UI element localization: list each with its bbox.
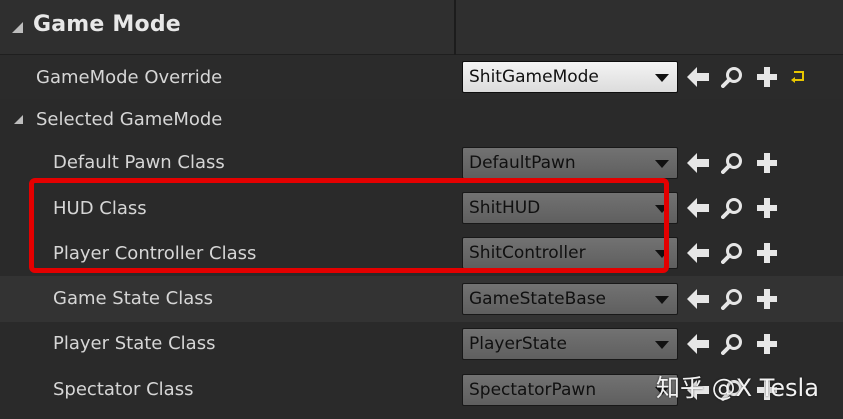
magnifier-icon[interactable] [721,197,743,219]
player-controller-class-combo[interactable]: ShitController [462,237,678,269]
collapse-arrow-icon[interactable] [14,115,23,124]
category-header-game-mode[interactable]: Game Mode [0,0,843,55]
property-row-gamemode-override: GameMode Override ShitGameMode [0,55,843,100]
spectator-class-combo[interactable]: SpectatorPawn [462,374,678,406]
property-row-player-controller-class: Player Controller Class ShitController [0,231,843,277]
arrow-left-icon[interactable] [686,152,710,174]
gamemode-override-combo[interactable]: ShitGameMode [462,61,678,93]
combo-value: PlayerState [469,334,567,354]
reset-to-default-icon[interactable] [791,69,807,83]
property-label: Player State Class [53,333,216,354]
category-title: Game Mode [33,12,181,37]
property-label: Player Controller Class [53,243,257,264]
property-row-hud-class: HUD Class ShitHUD [0,186,843,232]
combo-value: SpectatorPawn [469,380,597,400]
arrow-left-icon[interactable] [686,197,710,219]
magnifier-icon[interactable] [721,66,743,88]
combo-value: DefaultPawn [469,153,576,173]
arrow-left-icon[interactable] [686,288,710,310]
collapse-arrow-icon[interactable] [12,22,23,33]
plus-icon[interactable] [756,197,778,219]
combo-value: GameStateBase [469,289,607,309]
property-label: GameMode Override [36,67,223,88]
property-label: Spectator Class [53,379,194,400]
details-panel: Game Mode GameMode Override ShitGameMode… [0,0,843,419]
property-label: HUD Class [53,198,147,219]
property-row-game-state-class: Game State Class GameStateBase [0,276,843,323]
magnifier-icon[interactable] [721,333,743,355]
property-label: Default Pawn Class [53,152,225,173]
default-pawn-class-combo[interactable]: DefaultPawn [462,147,678,179]
combo-value: ShitController [469,243,586,263]
plus-icon[interactable] [756,333,778,355]
chevron-down-icon [655,250,669,258]
hud-class-combo[interactable]: ShitHUD [462,192,678,224]
chevron-down-icon [655,160,669,168]
chevron-down-icon [655,74,669,82]
property-label: Game State Class [53,288,214,309]
plus-icon[interactable] [756,242,778,264]
magnifier-icon[interactable] [721,288,743,310]
magnifier-icon[interactable] [721,152,743,174]
combo-value: ShitHUD [469,198,541,218]
arrow-left-icon[interactable] [686,242,710,264]
chevron-down-icon [655,296,669,304]
player-state-class-combo[interactable]: PlayerState [462,328,678,360]
plus-icon[interactable] [756,66,778,88]
property-row-default-pawn-class: Default Pawn Class DefaultPawn [0,141,843,187]
property-row-player-state-class: Player State Class PlayerState [0,322,843,368]
chevron-down-icon [655,341,669,349]
chevron-down-icon [655,205,669,213]
group-label: Selected GameMode [36,109,223,130]
watermark: 知乎 @X Tesla [656,374,819,402]
magnifier-icon[interactable] [721,242,743,264]
plus-icon[interactable] [756,152,778,174]
arrow-left-icon[interactable] [686,333,710,355]
combo-value: ShitGameMode [469,67,599,87]
arrow-left-icon[interactable] [686,66,710,88]
game-state-class-combo[interactable]: GameStateBase [462,283,678,315]
group-row-selected-gamemode[interactable]: Selected GameMode [0,99,843,142]
plus-icon[interactable] [756,288,778,310]
